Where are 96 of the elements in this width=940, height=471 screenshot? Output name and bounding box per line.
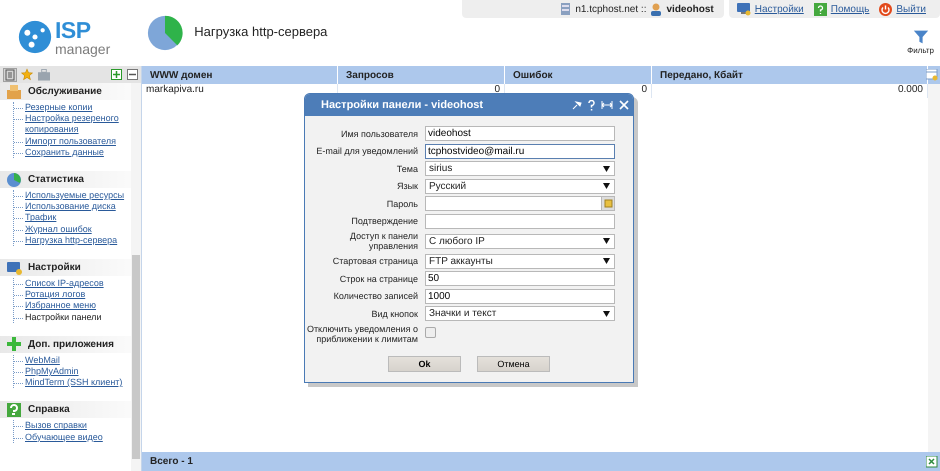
header-link[interactable]: Настройки <box>754 4 804 14</box>
plus-icon <box>6 336 22 352</box>
excel-export-icon[interactable] <box>926 456 938 468</box>
table-settings-icon[interactable] <box>926 69 938 81</box>
sidebar-item[interactable]: Ротация логов <box>25 289 86 300</box>
section-title: Справка <box>28 404 70 416</box>
logo-title: ISP <box>55 18 92 42</box>
dropdown-arrow-icon <box>603 238 610 244</box>
filter-button[interactable]: Фильтр <box>907 28 934 55</box>
sidebar-item[interactable]: Импорт пользователя <box>25 136 116 147</box>
dropdown-arrow-icon <box>603 258 610 264</box>
generate-password-button[interactable] <box>602 196 615 211</box>
sidebar-item[interactable]: Журнал ошибок <box>25 224 92 235</box>
input-field[interactable]: 50 <box>425 271 615 286</box>
sidebar-item[interactable]: Список IP-адресов <box>25 278 104 290</box>
dropdown[interactable]: sirius <box>425 161 615 176</box>
header-link[interactable]: Помощь <box>830 4 870 14</box>
monitor-icon <box>736 2 751 16</box>
column-header[interactable]: WWW домен <box>142 66 338 84</box>
section-title: Обслуживание <box>28 86 102 97</box>
close-icon[interactable] <box>619 100 629 110</box>
plus-icon <box>112 70 121 79</box>
column-header[interactable]: Запросов <box>338 66 505 84</box>
field-label: Язык <box>396 181 419 191</box>
collapse-all-button[interactable] <box>127 69 138 80</box>
field-label: Имя пользователя <box>340 128 419 138</box>
field-label: E-mail для уведомлений <box>315 146 419 156</box>
sidebar-item[interactable]: Использование диска <box>25 201 116 212</box>
page-title: Нагрузка http-сервера <box>194 24 328 38</box>
server-icon <box>560 3 572 15</box>
password-field[interactable] <box>425 196 602 211</box>
sidebar-item[interactable]: Нагрузка http-сервера <box>25 234 118 246</box>
input-field[interactable]: tcphostvideo@mail.ru <box>425 144 615 158</box>
field-label: Тема <box>396 164 419 174</box>
tree-tab[interactable] <box>3 68 17 82</box>
scrollbar[interactable] <box>131 83 141 471</box>
sidebar-item[interactable]: Используемые ресурсы <box>25 190 124 202</box>
sidebar-item[interactable]: Настройки панели <box>25 312 102 323</box>
pie-chart-icon <box>6 172 22 188</box>
sidebar-item[interactable]: Трафик <box>25 212 56 224</box>
help-icon[interactable] <box>588 100 595 110</box>
pie-chart-icon <box>146 14 184 52</box>
sidebar-item[interactable]: PhpMyAdmin <box>25 366 79 378</box>
sidebar-item[interactable]: Избранное меню <box>25 300 96 312</box>
input-field[interactable]: 1000 <box>425 288 615 304</box>
boxes-icon <box>6 84 22 100</box>
server-name: n1.tcphost.net :: <box>575 4 646 14</box>
header-link[interactable]: Выйти <box>896 4 926 14</box>
total-count: Всего - 1 <box>150 456 193 467</box>
briefcase-tab[interactable] <box>37 68 51 82</box>
logo-subtitle: manager <box>55 42 110 56</box>
field-label: Вид кнопок <box>370 308 419 318</box>
dropdown[interactable]: С любого IP <box>425 234 615 248</box>
sidebar-item[interactable]: MindTerm (SSH клиент) <box>25 377 122 388</box>
key-icon <box>604 199 612 208</box>
dropdown-arrow-icon <box>603 183 610 189</box>
field-label: Стартовая страница <box>332 256 419 266</box>
dialog-title: Настройки панели - videohost <box>321 99 484 111</box>
field-label: Строк на странице <box>338 274 419 284</box>
section-title: Статистика <box>28 174 84 186</box>
logo-icon <box>18 20 52 54</box>
field-label: Подтверждение <box>350 216 419 226</box>
scrollbar-thumb[interactable] <box>132 255 140 459</box>
monitor-icon <box>6 260 22 276</box>
section-title: Доп. приложения <box>28 338 114 350</box>
field-label: Количество записей <box>332 291 419 301</box>
input-field[interactable]: videohost <box>425 126 615 141</box>
field-label: Отключить уведомления о приближении к лимитам <box>306 324 419 344</box>
maximize-icon[interactable] <box>601 100 613 110</box>
sidebar-item[interactable]: Обучающее видео <box>25 432 103 443</box>
field-label: Доступ к панели управления <box>348 231 419 251</box>
dropdown-arrow-icon <box>603 166 610 172</box>
dropdown[interactable]: Русский <box>425 178 615 194</box>
field-label: Пароль <box>386 198 419 208</box>
ok-button[interactable]: Ok <box>388 356 461 372</box>
expand-all-button[interactable] <box>111 69 122 80</box>
filter-icon <box>912 28 929 46</box>
help-icon <box>814 2 827 16</box>
dropdown-arrow-icon <box>603 310 610 316</box>
scrollbar[interactable] <box>928 84 940 452</box>
sidebar-item[interactable]: Сохранить данные <box>25 146 104 158</box>
checkbox[interactable] <box>425 326 436 338</box>
sidebar-item[interactable]: Резерные копии <box>25 102 92 114</box>
cancel-button[interactable]: Отмена <box>477 356 550 372</box>
user-icon <box>650 2 662 16</box>
help-icon <box>6 402 22 418</box>
user-name: videohost <box>666 4 714 14</box>
sidebar-item[interactable]: Настройка резереного копирования <box>25 113 125 136</box>
sidebar-item[interactable]: WebMail <box>25 354 60 366</box>
column-header[interactable]: Ошибок <box>505 66 652 84</box>
power-icon <box>879 2 892 16</box>
input-field[interactable] <box>425 214 615 228</box>
dropdown[interactable]: FTP аккаунты <box>425 254 615 268</box>
sidebar-item[interactable]: Вызов справки <box>25 420 87 432</box>
dropdown[interactable]: Значки и текст <box>425 306 615 321</box>
section-title: Настройки <box>28 262 81 274</box>
